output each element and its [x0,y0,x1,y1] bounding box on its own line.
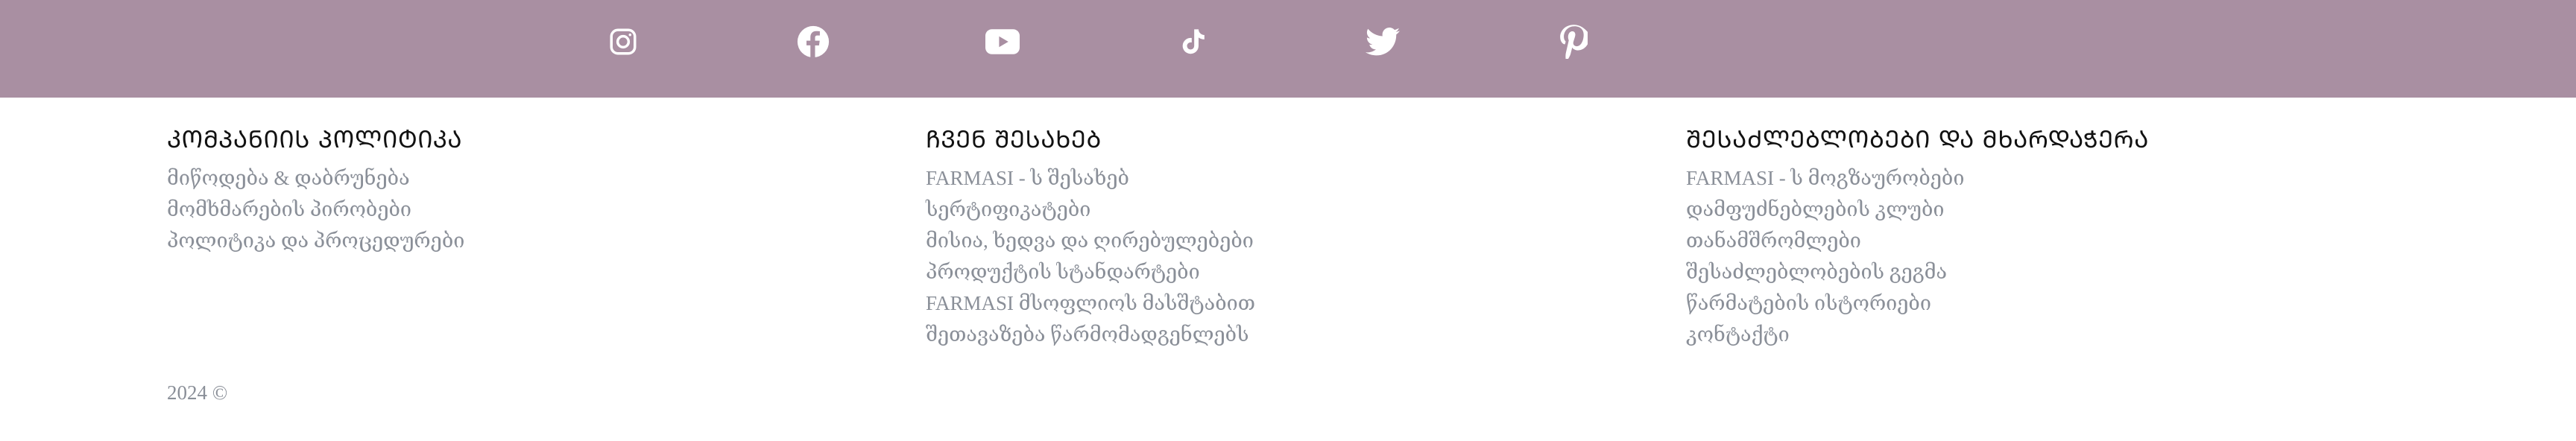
certificates-link[interactable]: სერტიფიკატები [926,194,1255,225]
about-farmasi-link[interactable]: FARMASI - ს შესახებ [926,162,1255,194]
social-media-bar [0,0,2576,98]
founders-club-link[interactable]: დამფუძნებლების კლუბი [1686,194,2149,225]
pinterest-icon[interactable] [1556,25,1591,59]
company-policy-heading: ᲙᲝᲛᲞᲐᲜᲘᲘᲡ ᲞᲝᲚᲘᲢᲘᲙᲐ [167,125,463,153]
opportunities-support-links: FARMASI - ს მოგზაურობები დამფუძნებლების … [1686,162,2149,350]
farmasi-trips-link[interactable]: FARMASI - ს მოგზაურობები [1686,162,2149,194]
policies-procedures-link[interactable]: პოლიტიკა და პროცედურები [167,225,464,256]
opportunities-support-column: ᲨᲔᲡᲐᲫᲚᲔᲑᲚᲝᲑᲔᲑᲘ ᲓᲐ ᲛᲮᲐᲠᲓᲐᲭᲔᲠᲐ FARMASI - ს… [1686,124,2149,350]
about-us-links: FARMASI - ს შესახებ სერტიფიკატები მისია,… [926,162,1255,350]
offer-to-representatives-link[interactable]: შეთავაზება წარმომადგენლებს [926,319,1255,350]
tiktok-icon[interactable] [1175,25,1210,59]
employees-link[interactable]: თანამშრომლები [1686,225,2149,256]
company-policy-links: მიწოდება & დაბრუნება მომხმარების პირობებ… [167,162,464,256]
contact-link[interactable]: კონტაქტი [1686,319,2149,350]
product-standards-link[interactable]: პროდუქტის სტანდარტები [926,256,1255,288]
about-us-column: ᲩᲕᲔᲜ ᲨᲔᲡᲐᲮᲔᲑ FARMASI - ს შესახებ სერტიფი… [926,124,1255,350]
opportunity-plan-link[interactable]: შესაძლებლობების გეგმა [1686,256,2149,288]
youtube-icon[interactable] [985,25,1020,59]
about-us-heading: ᲩᲕᲔᲜ ᲨᲔᲡᲐᲮᲔᲑ [926,125,1102,153]
opportunities-support-heading: ᲨᲔᲡᲐᲫᲚᲔᲑᲚᲝᲑᲔᲑᲘ ᲓᲐ ᲛᲮᲐᲠᲓᲐᲭᲔᲠᲐ [1686,125,2149,153]
shipping-returns-link[interactable]: მიწოდება & დაბრუნება [167,162,464,194]
terms-of-use-link[interactable]: მომხმარების პირობები [167,194,464,225]
twitter-icon[interactable] [1366,25,1400,59]
copyright-text: 2024 © [167,381,228,404]
farmasi-worldwide-link[interactable]: FARMASI მსოფლიოს მასშტაბით [926,288,1255,319]
success-stories-link[interactable]: წარმატების ისტორიები [1686,288,2149,319]
company-policy-column: ᲙᲝᲛᲞᲐᲜᲘᲘᲡ ᲞᲝᲚᲘᲢᲘᲙᲐ მიწოდება & დაბრუნება … [167,124,464,256]
instagram-icon[interactable] [606,25,640,59]
mission-vision-values-link[interactable]: მისია, ხედვა და ღირებულებები [926,225,1255,256]
facebook-icon[interactable] [796,25,830,59]
